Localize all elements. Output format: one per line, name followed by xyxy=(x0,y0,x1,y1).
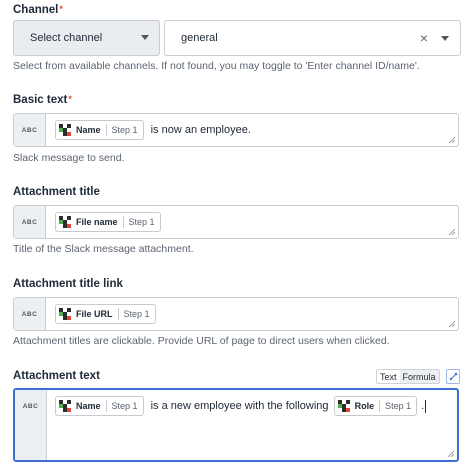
attachment-text-label: Attachment text xyxy=(13,370,100,382)
attachment-text-end: . xyxy=(421,400,425,412)
app-logo-icon xyxy=(59,124,71,136)
pill-name: Role xyxy=(354,401,375,411)
pill-name: File name xyxy=(76,217,118,227)
attachment-title-link-field[interactable]: ABC File URL Step 1 xyxy=(13,297,459,331)
channel-combobox[interactable]: general × xyxy=(164,20,461,56)
app-logo-icon xyxy=(337,400,350,412)
attachment-text-middle: is a new employee with the following xyxy=(147,400,332,412)
pill-divider xyxy=(105,124,107,136)
resize-handle-icon[interactable] xyxy=(448,136,455,143)
channel-label-text: Channel xyxy=(13,4,59,16)
text-type-badge: ABC xyxy=(14,298,46,330)
channel-label: Channel* xyxy=(13,4,63,16)
attachment-text-field[interactable]: ABC Name Step 1 is a new employee with t… xyxy=(13,388,459,462)
text-type-badge: ABC xyxy=(14,114,46,146)
input-mode-toggle[interactable]: Text Formula xyxy=(376,369,440,384)
pill-name: File URL xyxy=(76,309,113,319)
attachment-title-content[interactable]: File name Step 1 xyxy=(55,212,450,232)
basic-text-hint: Slack message to send. xyxy=(13,152,125,164)
mode-text-option[interactable]: Text xyxy=(377,370,400,383)
file-name-variable-pill[interactable]: File name Step 1 xyxy=(55,212,161,232)
app-logo-icon xyxy=(59,216,71,228)
pill-step: Step 1 xyxy=(111,125,138,135)
pill-step: Step 1 xyxy=(128,217,155,227)
required-mark: * xyxy=(59,4,63,14)
text-type-badge: ABC xyxy=(15,390,47,460)
name-variable-pill[interactable]: Name Step 1 xyxy=(55,396,144,416)
select-channel-dropdown[interactable]: Select channel xyxy=(13,20,160,56)
pill-divider xyxy=(122,216,124,228)
pill-divider xyxy=(105,400,107,412)
formula-button[interactable] xyxy=(446,369,460,384)
name-variable-pill[interactable]: Name Step 1 xyxy=(55,120,144,140)
basic-text-label-text: Basic text xyxy=(13,94,68,106)
file-url-variable-pill[interactable]: File URL Step 1 xyxy=(55,304,156,324)
pill-step: Step 1 xyxy=(111,401,138,411)
channel-hint: Select from available channels. If not f… xyxy=(13,60,420,72)
required-mark: * xyxy=(68,94,72,104)
mode-formula-option[interactable]: Formula xyxy=(399,370,439,383)
chevron-down-icon[interactable] xyxy=(441,36,449,41)
attachment-title-hint: Title of the Slack message attachment. xyxy=(13,243,194,255)
basic-text-content[interactable]: Name Step 1 is now an employee. xyxy=(55,120,450,140)
basic-text-label: Basic text* xyxy=(13,94,72,106)
formula-icon xyxy=(449,372,457,381)
attachment-title-link-label: Attachment title link xyxy=(13,278,123,290)
basic-text-field[interactable]: ABC Name Step 1 is now an employee. xyxy=(13,113,459,147)
attachment-title-link-hint: Attachment titles are clickable. Provide… xyxy=(13,335,390,347)
attachment-text-content[interactable]: Name Step 1 is a new employee with the f… xyxy=(55,396,449,416)
pill-step: Step 1 xyxy=(123,309,150,319)
select-channel-label: Select channel xyxy=(30,32,103,44)
pill-name: Name xyxy=(76,401,101,411)
chevron-down-icon xyxy=(141,35,149,40)
resize-handle-icon[interactable] xyxy=(448,320,455,327)
attachment-title-label: Attachment title xyxy=(13,186,100,198)
channel-value: general xyxy=(181,32,218,44)
resize-handle-icon[interactable] xyxy=(448,228,455,235)
pill-step: Step 1 xyxy=(385,401,412,411)
pill-divider xyxy=(117,308,119,320)
pill-name: Name xyxy=(76,125,101,135)
resize-handle-icon[interactable] xyxy=(447,450,454,457)
attachment-title-field[interactable]: ABC File name Step 1 xyxy=(13,205,459,239)
role-variable-pill[interactable]: Role Step 1 xyxy=(333,396,418,416)
basic-text-suffix: is now an employee. xyxy=(147,124,251,136)
pill-divider xyxy=(379,400,381,412)
text-type-badge: ABC xyxy=(14,206,46,238)
attachment-title-link-content[interactable]: File URL Step 1 xyxy=(55,304,450,324)
app-logo-icon xyxy=(59,308,71,320)
app-logo-icon xyxy=(59,400,71,412)
text-cursor xyxy=(425,399,427,413)
close-icon[interactable]: × xyxy=(420,30,428,46)
